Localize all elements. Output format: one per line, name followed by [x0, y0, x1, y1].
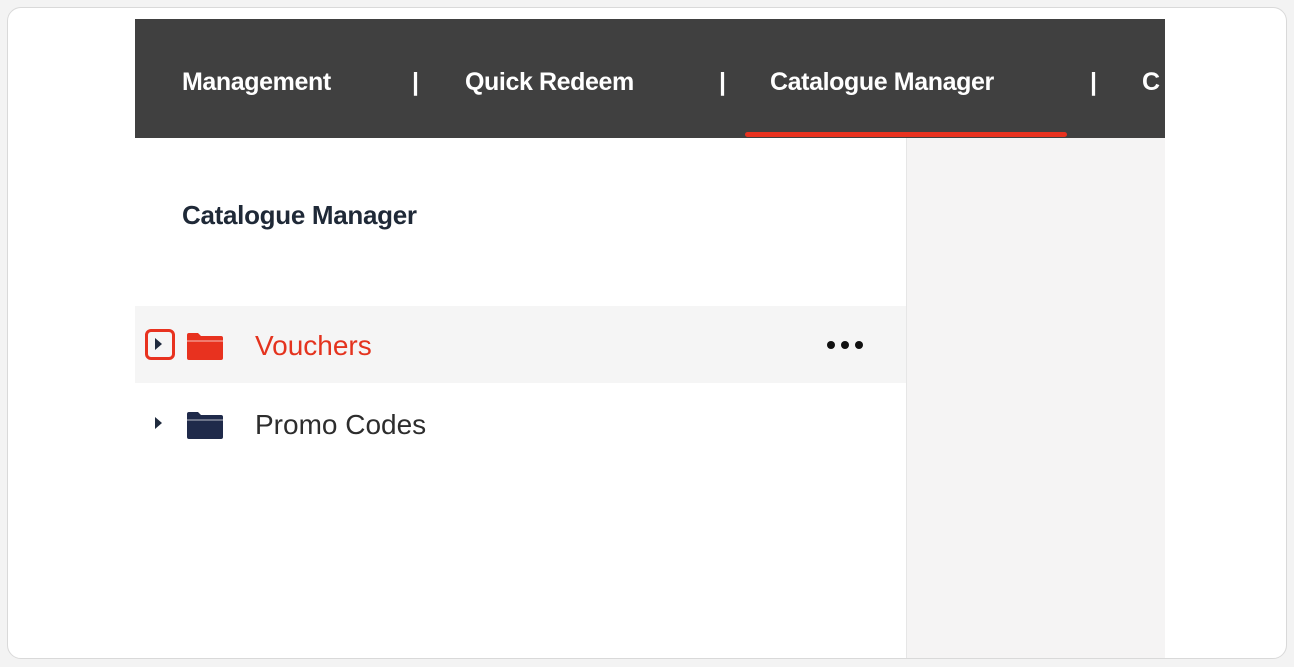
- caret-right-icon[interactable]: [145, 329, 175, 360]
- nav-tab-quick-redeem[interactable]: Quick Redeem: [465, 19, 634, 138]
- nav-tab-management[interactable]: Management: [182, 19, 331, 138]
- caret-right-icon[interactable]: [145, 408, 175, 439]
- nav-separator: |: [1090, 68, 1097, 96]
- sidebar-title: Catalogue Manager: [182, 200, 417, 230]
- app-window: Management | Quick Redeem | Catalogue Ma…: [135, 19, 1165, 658]
- tree-item-label: Promo Codes: [255, 409, 427, 440]
- ellipsis-icon[interactable]: [825, 332, 869, 358]
- catalogue-sidebar: Catalogue Manager Vouchers Promo Codes: [135, 138, 906, 658]
- tree-item-label: Vouchers: [255, 330, 372, 361]
- detail-pane: [906, 138, 1165, 658]
- expand-arrow: [155, 338, 162, 350]
- tree-item-vouchers[interactable]: Vouchers: [135, 306, 906, 383]
- top-navigation: Management | Quick Redeem | Catalogue Ma…: [135, 19, 1165, 138]
- active-tab-indicator: [745, 132, 1067, 137]
- nav-tab-catalogue-manager[interactable]: Catalogue Manager: [770, 19, 994, 138]
- folder-icon: [187, 333, 223, 360]
- nav-tab-truncated[interactable]: C: [1142, 19, 1160, 138]
- screenshot-frame: Management | Quick Redeem | Catalogue Ma…: [7, 7, 1287, 659]
- expand-arrow: [155, 417, 162, 429]
- folder-icon: [187, 412, 223, 439]
- nav-separator: |: [719, 68, 726, 96]
- nav-separator: |: [412, 68, 419, 96]
- tree-item-promo-codes[interactable]: Promo Codes: [135, 385, 906, 462]
